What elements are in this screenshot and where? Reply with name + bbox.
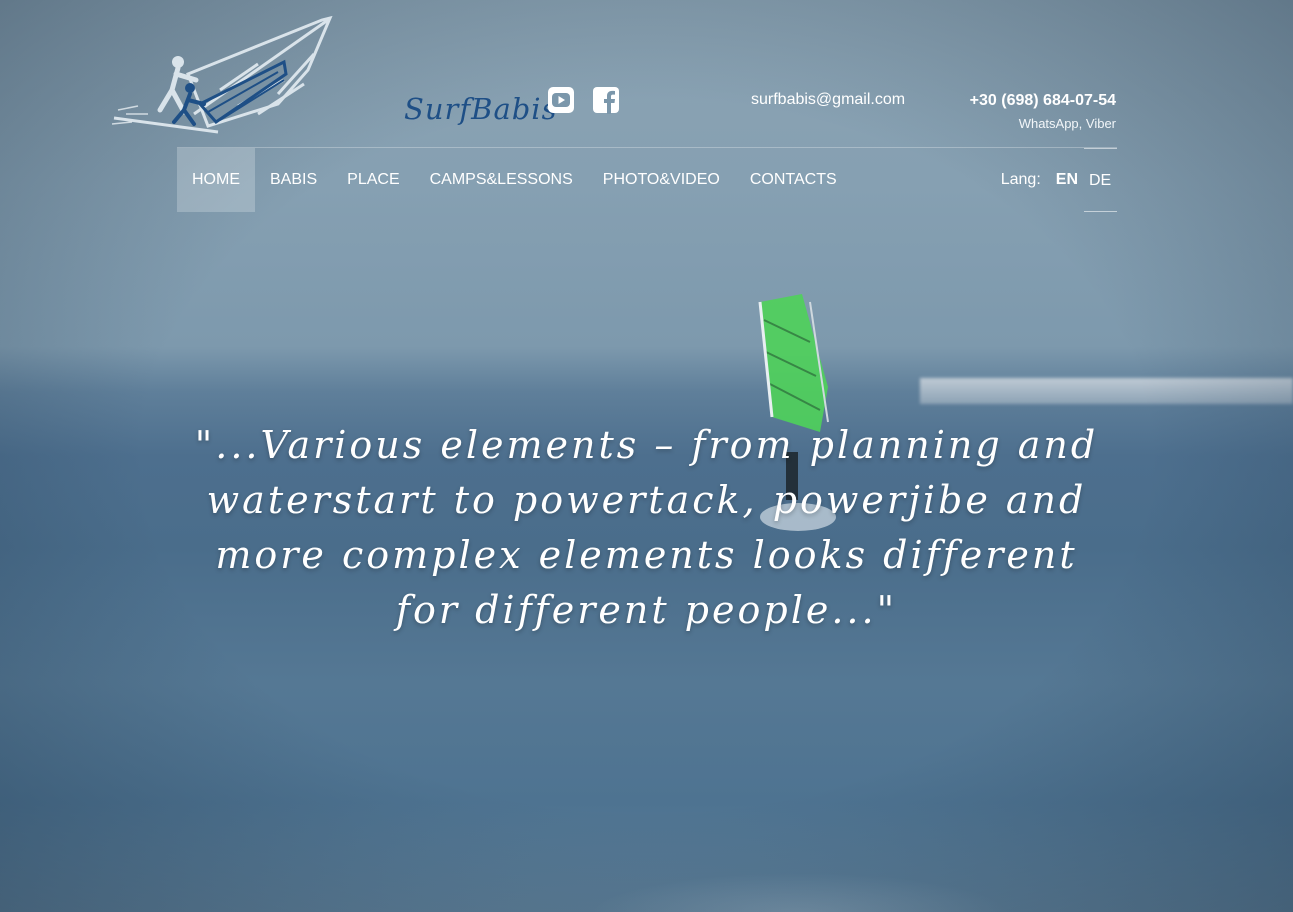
main-nav: HOME BABIS PLACE CAMPS&LESSONS PHOTO&VID…	[177, 148, 852, 212]
language-label: Lang:	[1000, 171, 1041, 188]
youtube-link[interactable]	[547, 86, 575, 114]
lang-option-en[interactable]: EN	[1050, 148, 1084, 212]
nav-item-photo-video[interactable]: PHOTO&VIDEO	[588, 148, 735, 212]
logo-wordmark: SurfBabis	[404, 92, 558, 126]
social-links	[547, 86, 620, 114]
nav-item-camps-lessons[interactable]: CAMPS&LESSONS	[415, 148, 588, 212]
nav-item-place[interactable]: PLACE	[332, 148, 414, 212]
language-switcher: Lang: EN DE	[1001, 148, 1117, 212]
email-link[interactable]: surfbabis@gmail.com	[751, 91, 905, 109]
logo-windsurfer-icon	[111, 15, 333, 134]
phone-number[interactable]: +30 (698) 684-07-54	[970, 92, 1116, 110]
logo-link[interactable]: SurfBabis	[108, 14, 556, 136]
site-header: SurfBabis surfbabis@gmail.com +30 (698) …	[0, 0, 1293, 212]
facebook-icon	[593, 87, 619, 114]
nav-item-babis[interactable]: BABIS	[255, 148, 332, 212]
phone-messengers: WhatsApp, Viber	[1018, 116, 1116, 131]
youtube-icon	[548, 87, 574, 113]
nav-item-home[interactable]: HOME	[177, 148, 255, 212]
nav-item-contacts[interactable]: CONTACTS	[735, 148, 852, 212]
lang-option-de[interactable]: DE	[1084, 148, 1117, 212]
facebook-link[interactable]	[592, 86, 620, 114]
hero-quote: "...Various elements – from planning and…	[194, 423, 1099, 632]
